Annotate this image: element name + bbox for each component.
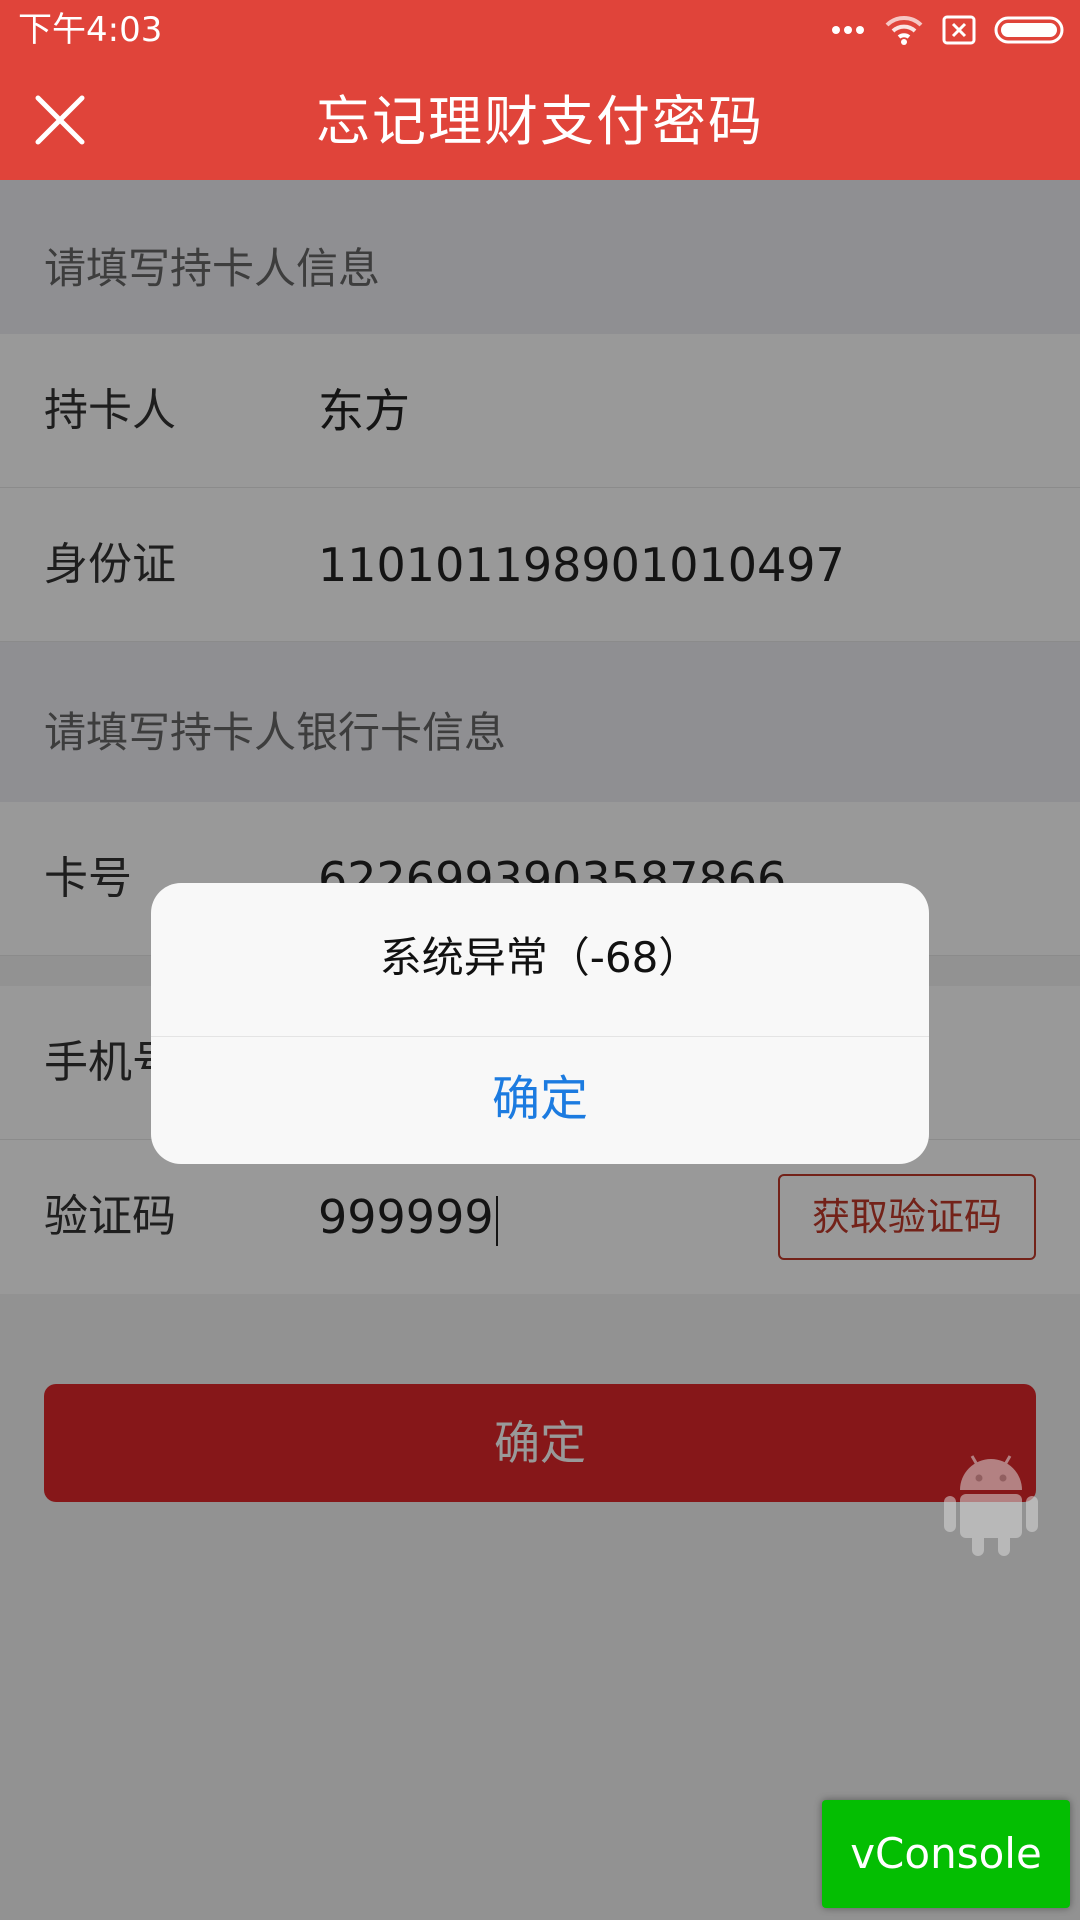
status-bar: 下午4:03 [0, 0, 1080, 60]
alert-message: 系统异常（-68） [151, 883, 929, 1037]
more-dots-icon [832, 26, 864, 34]
wifi-icon [885, 15, 923, 45]
alert-ok-button[interactable]: 确定 [151, 1037, 929, 1164]
vconsole-button[interactable]: vConsole [822, 1800, 1070, 1908]
status-time: 下午4:03 [18, 10, 163, 50]
alert-dialog: 系统异常（-68） 确定 [151, 883, 929, 1164]
android-icon[interactable] [942, 1446, 1040, 1558]
no-sim-icon [942, 15, 976, 45]
title-bar: 忘记理财支付密码 [0, 60, 1080, 180]
battery-icon [994, 16, 1064, 44]
page-title: 忘记理财支付密码 [316, 90, 764, 153]
status-icons [830, 10, 1066, 50]
